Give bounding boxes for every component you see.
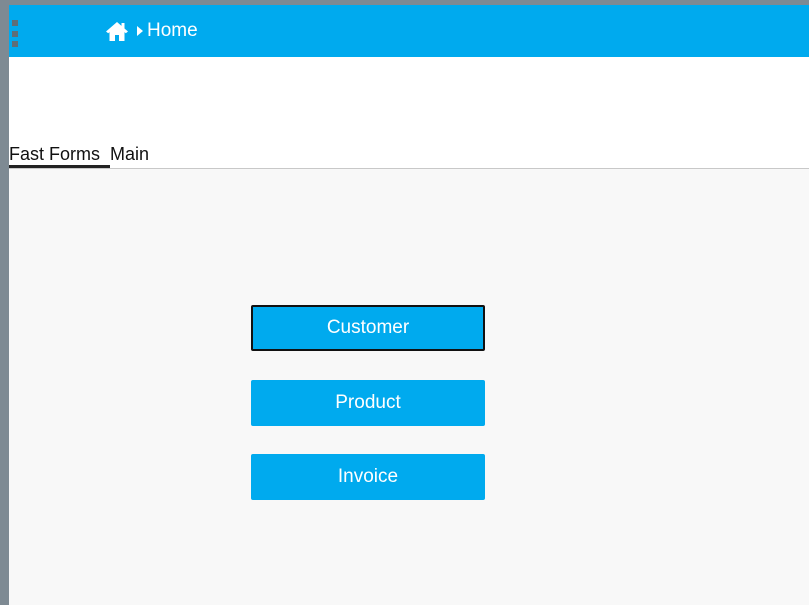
breadcrumb-current[interactable]: Home bbox=[147, 20, 198, 42]
invoice-button[interactable]: Invoice bbox=[251, 454, 485, 500]
main-content: Customer Product Invoice bbox=[9, 169, 809, 605]
breadcrumb: Home bbox=[105, 5, 198, 57]
top-bar: Home bbox=[9, 5, 809, 57]
tab-main[interactable]: Main bbox=[110, 143, 153, 168]
customer-button[interactable]: Customer bbox=[251, 305, 485, 351]
product-button[interactable]: Product bbox=[251, 380, 485, 426]
home-icon[interactable] bbox=[105, 20, 129, 42]
tab-fast-forms[interactable]: Fast Forms bbox=[9, 143, 111, 168]
drag-handle-icon[interactable] bbox=[12, 20, 18, 47]
app-window: Home Fast Forms Main Customer Product In… bbox=[0, 0, 809, 605]
tab-bar: Fast Forms Main bbox=[9, 142, 809, 169]
caret-right-icon bbox=[137, 26, 143, 36]
